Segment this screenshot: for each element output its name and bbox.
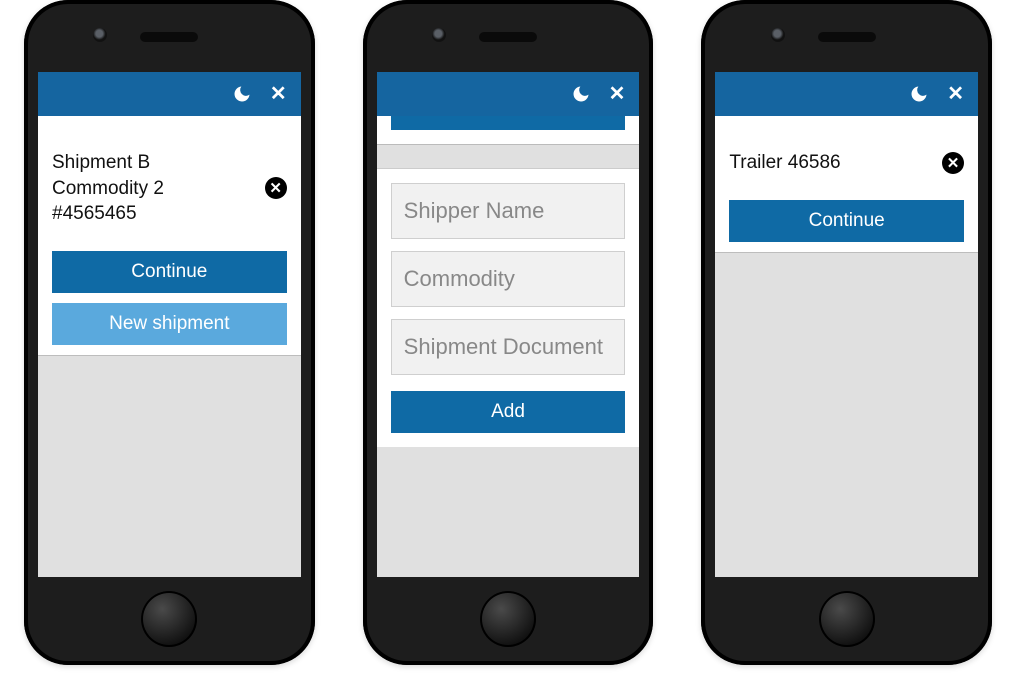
phone-home-button <box>480 591 536 647</box>
close-icon[interactable]: ✕ <box>609 84 626 104</box>
delete-shipment-icon[interactable]: ✕ <box>265 177 287 199</box>
moon-icon[interactable] <box>571 84 591 104</box>
phone-camera <box>93 28 107 42</box>
trailer-label: Trailer 46586 <box>729 150 840 176</box>
shipment-document-input[interactable] <box>391 319 626 375</box>
new-shipment-button[interactable]: New shipment <box>52 303 287 345</box>
trailer-row: Trailer 46586 ✕ <box>729 130 964 190</box>
screen-1: ✕ Shipment B Commodity 2 #4565465 ✕ Cont… <box>38 72 301 577</box>
shipment-panel: Shipment B Commodity 2 #4565465 ✕ Contin… <box>38 116 301 356</box>
shipment-form: Add <box>377 169 640 447</box>
continue-button[interactable]: Continue <box>729 200 964 242</box>
close-icon[interactable]: ✕ <box>270 84 287 104</box>
shipment-line-2: Commodity 2 <box>52 176 164 202</box>
continue-button[interactable]: Continue <box>52 251 287 293</box>
app-header: ✕ <box>715 72 978 116</box>
phone-frame: ✕ Shipment B Commodity 2 #4565465 ✕ Cont… <box>24 0 315 665</box>
shipment-row: Shipment B Commodity 2 #4565465 ✕ <box>52 130 287 241</box>
phone-frame: ✕ Trailer 46586 ✕ Continue <box>701 0 992 665</box>
phone-camera <box>771 28 785 42</box>
shipment-text: Shipment B Commodity 2 #4565465 <box>52 150 164 227</box>
commodity-input[interactable] <box>391 251 626 307</box>
continue-button-partial[interactable] <box>391 116 626 130</box>
phone-camera <box>432 28 446 42</box>
shipment-line-1: Shipment B <box>52 150 164 176</box>
add-button[interactable]: Add <box>391 391 626 433</box>
shipper-name-input[interactable] <box>391 183 626 239</box>
moon-icon[interactable] <box>909 84 929 104</box>
close-icon[interactable]: ✕ <box>947 84 964 104</box>
phone-frame: ✕ Add <box>363 0 654 665</box>
screen-2: ✕ Add <box>377 72 640 577</box>
app-header: ✕ <box>377 72 640 116</box>
app-header: ✕ <box>38 72 301 116</box>
shipment-line-3: #4565465 <box>52 201 164 227</box>
moon-icon[interactable] <box>232 84 252 104</box>
screen-3: ✕ Trailer 46586 ✕ Continue <box>715 72 978 577</box>
previous-panel-peek <box>377 116 640 145</box>
phone-home-button <box>141 591 197 647</box>
gap <box>377 145 640 169</box>
trailer-panel: Trailer 46586 ✕ Continue <box>715 116 978 253</box>
delete-trailer-icon[interactable]: ✕ <box>942 152 964 174</box>
phone-home-button <box>819 591 875 647</box>
